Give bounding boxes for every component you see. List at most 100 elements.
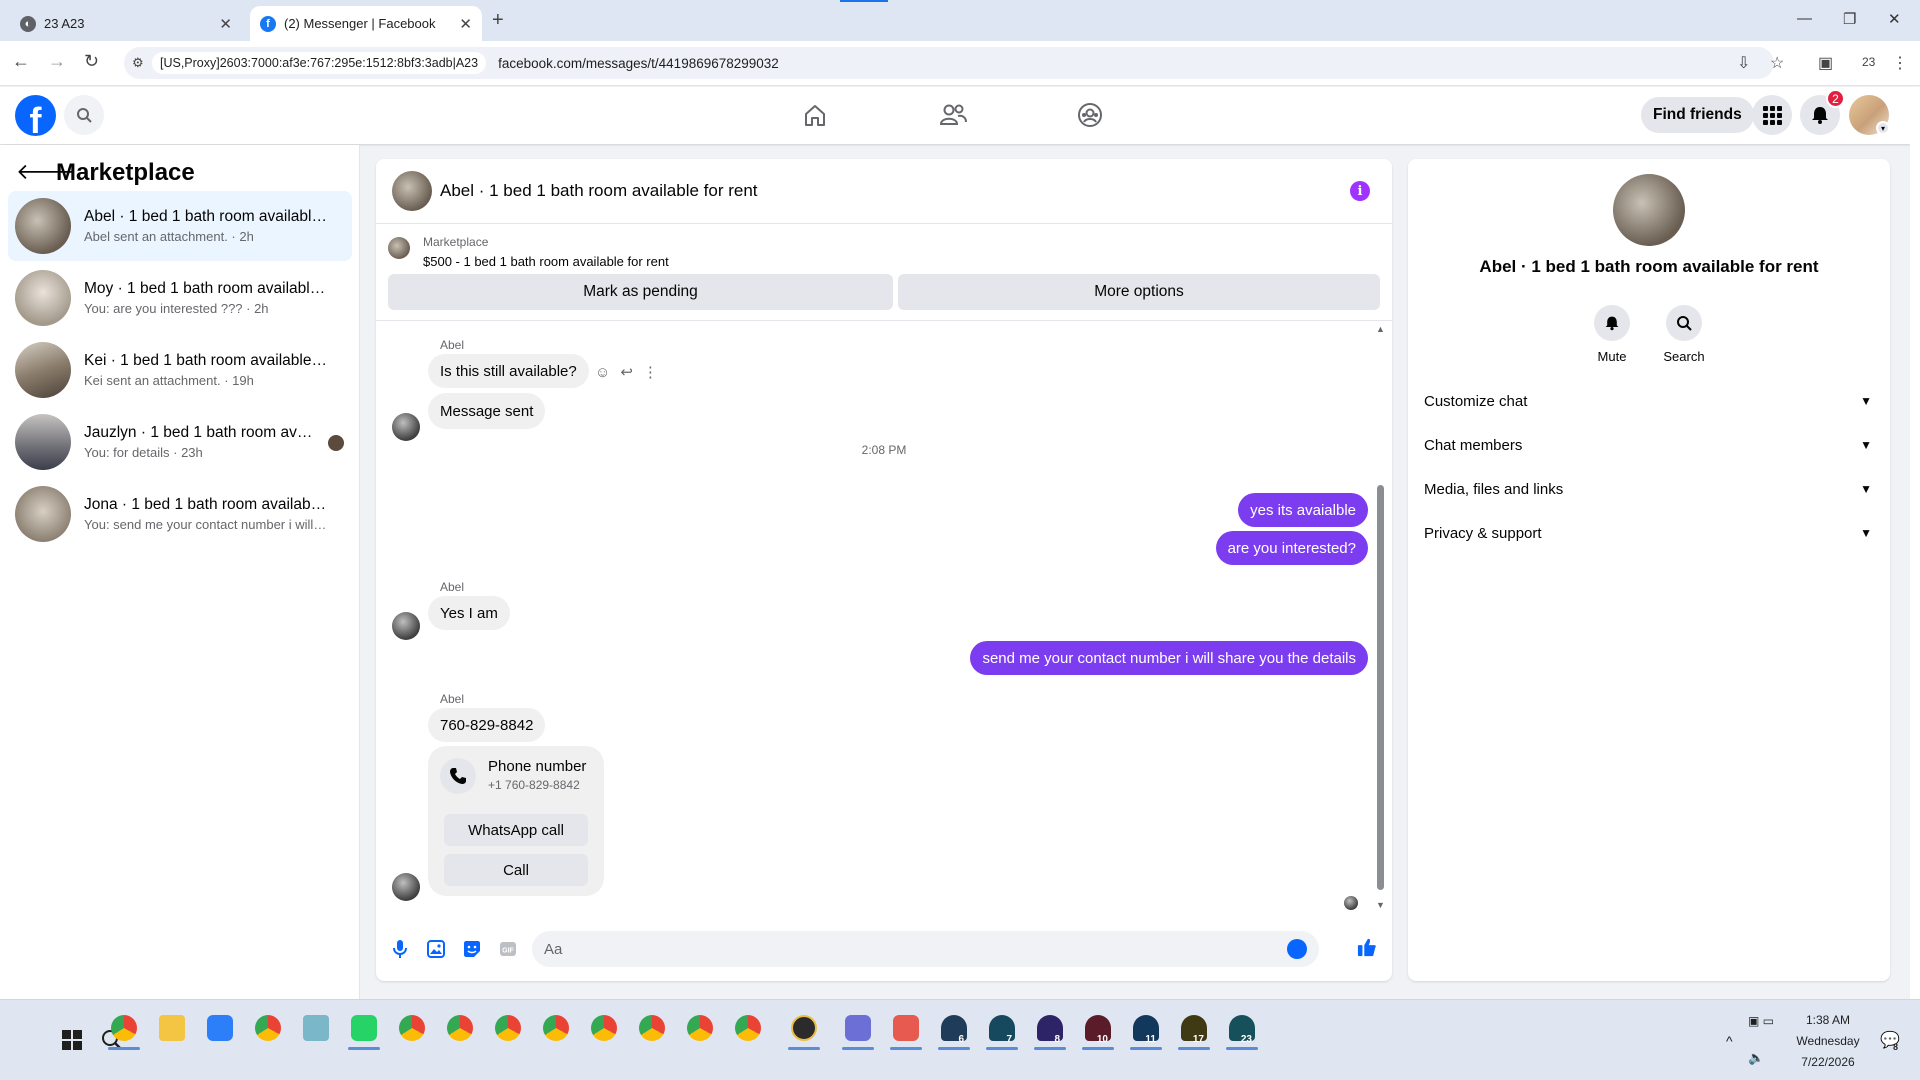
reply-icon[interactable]: ↩: [620, 363, 633, 381]
message-bubble[interactable]: 760-829-8842: [428, 708, 546, 742]
scrollbar-thumb[interactable]: [1377, 485, 1384, 890]
listing-avatar[interactable]: [1613, 174, 1685, 246]
numbered-app-6[interactable]: 6: [934, 1008, 974, 1050]
facebook-logo[interactable]: f: [15, 95, 56, 136]
chat-title[interactable]: Abel · 1 bed 1 bath room available for r…: [440, 181, 758, 201]
thumbs-up-icon[interactable]: [1357, 937, 1377, 957]
chrome-profile-icon[interactable]: [392, 1008, 432, 1048]
numbered-app-10[interactable]: 10: [1078, 1008, 1118, 1050]
conversation-item-kei[interactable]: Kei · 1 bed 1 bath room available for re…: [8, 335, 352, 405]
friends-icon[interactable]: [939, 101, 967, 129]
scroll-up-icon[interactable]: ▲: [1376, 324, 1385, 334]
browser-menu-icon[interactable]: ⋮: [1892, 53, 1908, 73]
back-icon[interactable]: ←: [12, 51, 30, 72]
microphone-icon[interactable]: [390, 939, 410, 959]
privacy-support-section[interactable]: Privacy & support ▼: [1424, 515, 1878, 551]
chat-members-section[interactable]: Chat members ▼: [1424, 427, 1878, 463]
show-hidden-icons-icon[interactable]: ^: [1726, 1033, 1733, 1049]
media-files-links-section[interactable]: Media, files and links ▼: [1424, 471, 1878, 507]
chrome-profile-icon[interactable]: [584, 1008, 624, 1048]
mark-as-pending-button[interactable]: Mark as pending: [388, 274, 893, 310]
emoji-icon[interactable]: [1287, 939, 1307, 959]
find-friends-button[interactable]: Find friends: [1641, 97, 1754, 133]
profile-counter[interactable]: 23: [1862, 55, 1875, 69]
app-icon[interactable]: [296, 1008, 336, 1048]
chrome-profile-icon[interactable]: [536, 1008, 576, 1048]
chevron-down-icon[interactable]: ▾: [1876, 121, 1890, 135]
customize-chat-section[interactable]: Customize chat ▼: [1424, 383, 1878, 419]
browser-tab-1[interactable]: ◐ 23 A23 ✕: [10, 6, 242, 41]
minimize-icon[interactable]: —: [1797, 10, 1812, 27]
clock-time[interactable]: 1:38 AM: [1788, 1013, 1868, 1027]
forward-icon[interactable]: →: [48, 51, 66, 72]
numbered-app-8[interactable]: 8: [1030, 1008, 1070, 1050]
numbered-app-7[interactable]: 7: [982, 1008, 1022, 1050]
search-in-conversation-button[interactable]: Search: [1654, 305, 1714, 364]
app-icon[interactable]: [886, 1008, 926, 1050]
windows-start-icon[interactable]: [52, 1020, 92, 1060]
more-options-button[interactable]: More options: [898, 274, 1380, 310]
mute-button[interactable]: Mute: [1582, 305, 1642, 364]
close-tab-icon[interactable]: ✕: [459, 15, 472, 33]
app-icon[interactable]: [200, 1008, 240, 1048]
outgoing-message-bubble[interactable]: yes its avaialble: [1238, 493, 1368, 527]
restore-icon[interactable]: ❐: [1843, 10, 1856, 28]
close-tab-icon[interactable]: ✕: [219, 15, 232, 33]
clock-date[interactable]: 7/22/2026: [1788, 1055, 1868, 1069]
gif-icon[interactable]: GIF: [498, 939, 518, 959]
groups-icon[interactable]: [1076, 101, 1104, 129]
reload-icon[interactable]: ↻: [84, 51, 99, 72]
page-scrollbar[interactable]: [1910, 87, 1920, 999]
conversation-item-jona[interactable]: Jona · 1 bed 1 bath room available for r…: [8, 479, 352, 549]
outgoing-message-bubble[interactable]: send me your contact number i will share…: [970, 641, 1368, 675]
install-app-icon[interactable]: ⇩: [1737, 53, 1750, 73]
address-bar[interactable]: ⚙ [US,Proxy]2603:7000:af3e:767:295e:1512…: [124, 47, 1774, 79]
search-icon[interactable]: [64, 95, 104, 135]
message-input[interactable]: Aa: [532, 931, 1319, 967]
numbered-app-17[interactable]: 17: [1174, 1008, 1214, 1050]
info-icon[interactable]: i: [1350, 181, 1370, 201]
volume-icon[interactable]: 🔈: [1748, 1050, 1764, 1066]
site-settings-icon[interactable]: ⚙: [132, 55, 148, 71]
listing-thumbnail[interactable]: [388, 237, 410, 259]
browser-tab-2[interactable]: f (2) Messenger | Facebook ✕: [250, 6, 482, 41]
chrome-profile-icon[interactable]: [632, 1008, 672, 1048]
chrome-profile-icon[interactable]: [680, 1008, 720, 1048]
clock-day[interactable]: Wednesday: [1788, 1034, 1868, 1048]
conversation-item-moy[interactable]: Moy · 1 bed 1 bath room available for re…: [8, 263, 352, 333]
file-explorer-icon[interactable]: [152, 1008, 192, 1048]
close-window-icon[interactable]: ✕: [1888, 10, 1901, 28]
new-tab-button[interactable]: +: [492, 9, 504, 32]
app-icon[interactable]: [838, 1008, 878, 1050]
chrome-profile-icon[interactable]: [728, 1008, 768, 1048]
call-button[interactable]: Call: [444, 854, 588, 886]
photo-icon[interactable]: [426, 939, 446, 959]
message-bubble[interactable]: Is this still available?: [428, 354, 589, 388]
home-icon[interactable]: [801, 101, 829, 129]
chrome-profile-icon[interactable]: [488, 1008, 528, 1048]
chrome-icon[interactable]: [248, 1008, 288, 1048]
sticker-icon[interactable]: [462, 939, 482, 959]
whatsapp-call-button[interactable]: WhatsApp call: [444, 814, 588, 846]
numbered-app-23[interactable]: 23: [1222, 1008, 1262, 1050]
more-dots-icon[interactable]: ⋮: [643, 363, 658, 381]
message-scrollbar[interactable]: ▲ ▼: [1376, 322, 1385, 912]
react-emoji-icon[interactable]: ☺: [595, 364, 610, 381]
app-icon[interactable]: [784, 1008, 824, 1050]
whatsapp-icon[interactable]: [344, 1008, 384, 1050]
chat-avatar[interactable]: [392, 171, 432, 211]
chrome-profile-icon[interactable]: [104, 1008, 144, 1050]
numbered-app-11[interactable]: 11: [1126, 1008, 1166, 1050]
chrome-profile-icon[interactable]: [440, 1008, 480, 1048]
outgoing-message-bubble[interactable]: are you interested?: [1215, 531, 1368, 565]
conversation-item-jauzlyn[interactable]: Jauzlyn · 1 bed 1 bath room available fo…: [8, 407, 352, 477]
reading-list-icon[interactable]: ▣: [1818, 53, 1833, 73]
bookmark-star-icon[interactable]: ☆: [1770, 53, 1784, 73]
message-bubble[interactable]: Message sent: [428, 393, 546, 429]
url-text[interactable]: facebook.com/messages/t/4419869678299032: [498, 56, 779, 71]
conversation-item-abel[interactable]: Abel · 1 bed 1 bath room available for r…: [8, 191, 352, 261]
listing-title[interactable]: $500 - 1 bed 1 bath room available for r…: [423, 254, 669, 269]
tray-device-icon[interactable]: ▣ ▭: [1748, 1014, 1774, 1028]
scroll-down-icon[interactable]: ▼: [1376, 900, 1385, 910]
menu-grid-icon[interactable]: [1752, 95, 1792, 135]
